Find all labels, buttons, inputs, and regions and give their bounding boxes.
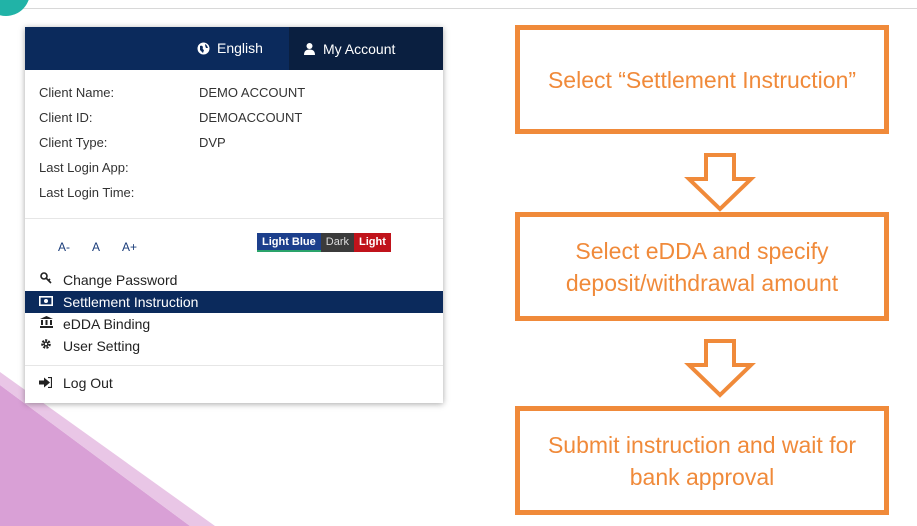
step-box-2: Select eDDA and specify deposit/withdraw…	[515, 212, 889, 321]
client-info-row: Last Login Time:	[39, 185, 419, 210]
font-decrease-button[interactable]: A-	[58, 240, 70, 254]
menu-item-user-setting[interactable]: User Setting	[25, 335, 443, 357]
client-info-row: Client Name: DEMO ACCOUNT	[39, 85, 419, 110]
font-increase-button[interactable]: A+	[122, 240, 137, 254]
info-label: Last Login Time:	[39, 185, 135, 200]
info-value: DEMOACCOUNT	[199, 110, 303, 125]
down-arrow-icon	[684, 339, 756, 398]
my-account-button[interactable]: My Account	[289, 27, 443, 70]
account-panel: English My Account Client Name: DEMO ACC…	[25, 27, 443, 403]
theme-switcher: Light Blue Dark Light	[257, 233, 391, 252]
step-box-1: Select “Settlement Instruction”	[515, 25, 889, 134]
gear-icon	[39, 335, 53, 357]
globe-icon	[197, 42, 210, 54]
divider	[25, 218, 443, 219]
menu-item-label: eDDA Binding	[63, 316, 151, 332]
info-label: Client Type:	[39, 135, 108, 150]
menu-item-edda-binding[interactable]: eDDA Binding	[25, 313, 443, 335]
step-text: Select eDDA and specify deposit/withdraw…	[565, 237, 839, 296]
step-box-3: Submit instruction and wait for bank app…	[515, 406, 889, 515]
money-icon	[39, 291, 53, 313]
info-label: Client Name:	[39, 85, 115, 100]
account-label: My Account	[323, 40, 396, 57]
account-menu: Change Password Settlement Instruction e…	[25, 269, 443, 357]
font-normal-button[interactable]: A	[92, 240, 100, 254]
language-selector[interactable]: English	[197, 40, 263, 56]
top-navbar: English My Account	[25, 27, 443, 70]
menu-item-label: Settlement Instruction	[63, 294, 199, 310]
step-text: Submit instruction and wait for bank app…	[547, 431, 857, 490]
client-info-row: Client ID: DEMOACCOUNT	[39, 110, 419, 135]
theme-light-blue-button[interactable]: Light Blue	[257, 233, 321, 252]
menu-item-change-password[interactable]: Change Password	[25, 269, 443, 291]
menu-item-label: User Setting	[63, 338, 141, 354]
divider	[25, 365, 443, 366]
bank-icon	[39, 313, 53, 335]
client-info-row: Last Login App:	[39, 160, 419, 185]
info-value: DEMO ACCOUNT	[199, 85, 306, 100]
info-label: Client ID:	[39, 110, 93, 125]
client-info-row: Client Type: DVP	[39, 135, 419, 160]
step-text: Select “Settlement Instruction”	[547, 66, 857, 93]
client-info: Client Name: DEMO ACCOUNT Client ID: DEM…	[39, 85, 419, 210]
theme-light-button[interactable]: Light	[354, 233, 391, 252]
menu-item-settlement-instruction[interactable]: Settlement Instruction	[25, 291, 443, 313]
font-size-controls: A- A A+	[58, 240, 137, 254]
theme-dark-button[interactable]: Dark	[320, 233, 355, 252]
logout-button[interactable]: Log Out	[39, 375, 113, 391]
info-label: Last Login App:	[39, 160, 129, 175]
sign-out-icon	[39, 375, 53, 391]
user-icon	[304, 43, 315, 55]
info-value: DVP	[199, 135, 226, 150]
down-arrow-icon	[684, 153, 756, 212]
key-icon	[39, 269, 53, 291]
menu-item-label: Change Password	[63, 272, 178, 288]
logout-label: Log Out	[63, 375, 113, 391]
language-label: English	[217, 40, 263, 56]
